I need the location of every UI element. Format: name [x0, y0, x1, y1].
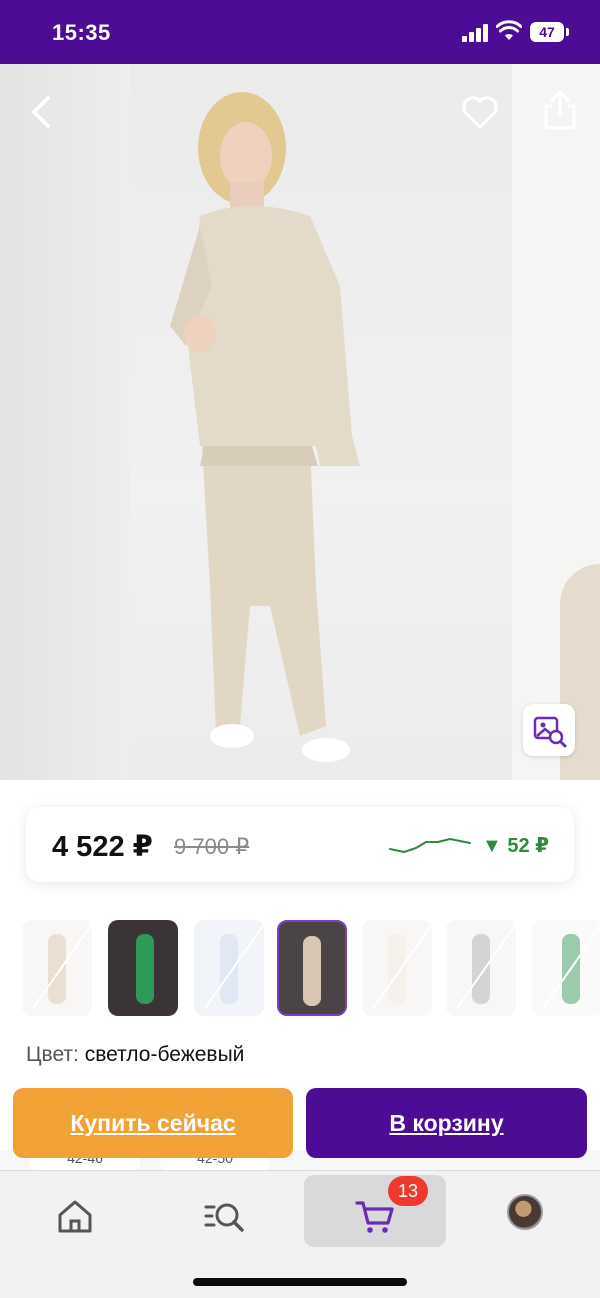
price-history-sparkline — [389, 838, 471, 853]
photo-background — [0, 64, 130, 780]
battery-nub — [566, 28, 569, 36]
thumbnail-figure — [472, 934, 490, 1004]
thumbnail-figure — [303, 936, 321, 1006]
back-icon[interactable] — [24, 92, 60, 132]
model-figure — [170, 92, 360, 762]
battery-indicator: 47 — [530, 22, 564, 42]
tab-catalog[interactable] — [154, 1175, 296, 1247]
cart-icon — [355, 1201, 394, 1233]
variant-thumbnail[interactable] — [362, 920, 432, 1016]
thumbnail-figure — [48, 934, 66, 1004]
product-photo[interactable] — [0, 64, 600, 780]
variant-thumbnail[interactable] — [108, 920, 178, 1016]
current-price: 4 522 ₽ — [52, 831, 153, 863]
variant-thumbnail[interactable] — [194, 920, 264, 1016]
thumbnail-figure — [388, 934, 406, 1004]
status-time: 15:35 — [52, 20, 111, 45]
variant-thumbnails — [0, 918, 600, 1018]
cellular-signal-icon — [462, 24, 488, 42]
variant-thumbnail-selected[interactable] — [277, 920, 347, 1016]
tab-home[interactable] — [4, 1175, 146, 1247]
color-label: Цвет: — [26, 1043, 79, 1066]
thumbnail-figure — [220, 934, 238, 1004]
color-value: светло-бежевый — [84, 1043, 245, 1066]
status-bar: 15:35 47 — [0, 0, 600, 64]
share-icon[interactable] — [540, 88, 580, 132]
thumbnail-figure — [136, 934, 154, 1004]
variant-thumbnail[interactable] — [22, 920, 92, 1016]
price-drop-amount: ▼ 52 ₽ — [482, 835, 550, 857]
profile-avatar[interactable] — [507, 1194, 543, 1230]
color-row: Цвет: светло-бежевый — [26, 1043, 244, 1067]
buy-now-button[interactable]: Купить сейчас — [13, 1088, 293, 1158]
photo-search-button[interactable] — [523, 704, 575, 756]
price-card[interactable]: 4 522 ₽ 9 700 ₽ ▼ 52 ₽ — [26, 807, 574, 882]
wifi-icon — [496, 20, 522, 40]
catalog-search-icon — [204, 1203, 244, 1232]
home-icon — [58, 1200, 92, 1233]
variant-thumbnail[interactable] — [446, 920, 516, 1016]
cart-count-badge: 13 — [388, 1176, 428, 1206]
add-to-cart-button[interactable]: В корзину — [306, 1088, 587, 1158]
heart-icon[interactable] — [460, 92, 500, 132]
old-price: 9 700 ₽ — [174, 834, 250, 859]
home-indicator — [193, 1278, 407, 1286]
variant-thumbnail[interactable] — [532, 920, 600, 1016]
image-search-icon — [533, 716, 567, 748]
